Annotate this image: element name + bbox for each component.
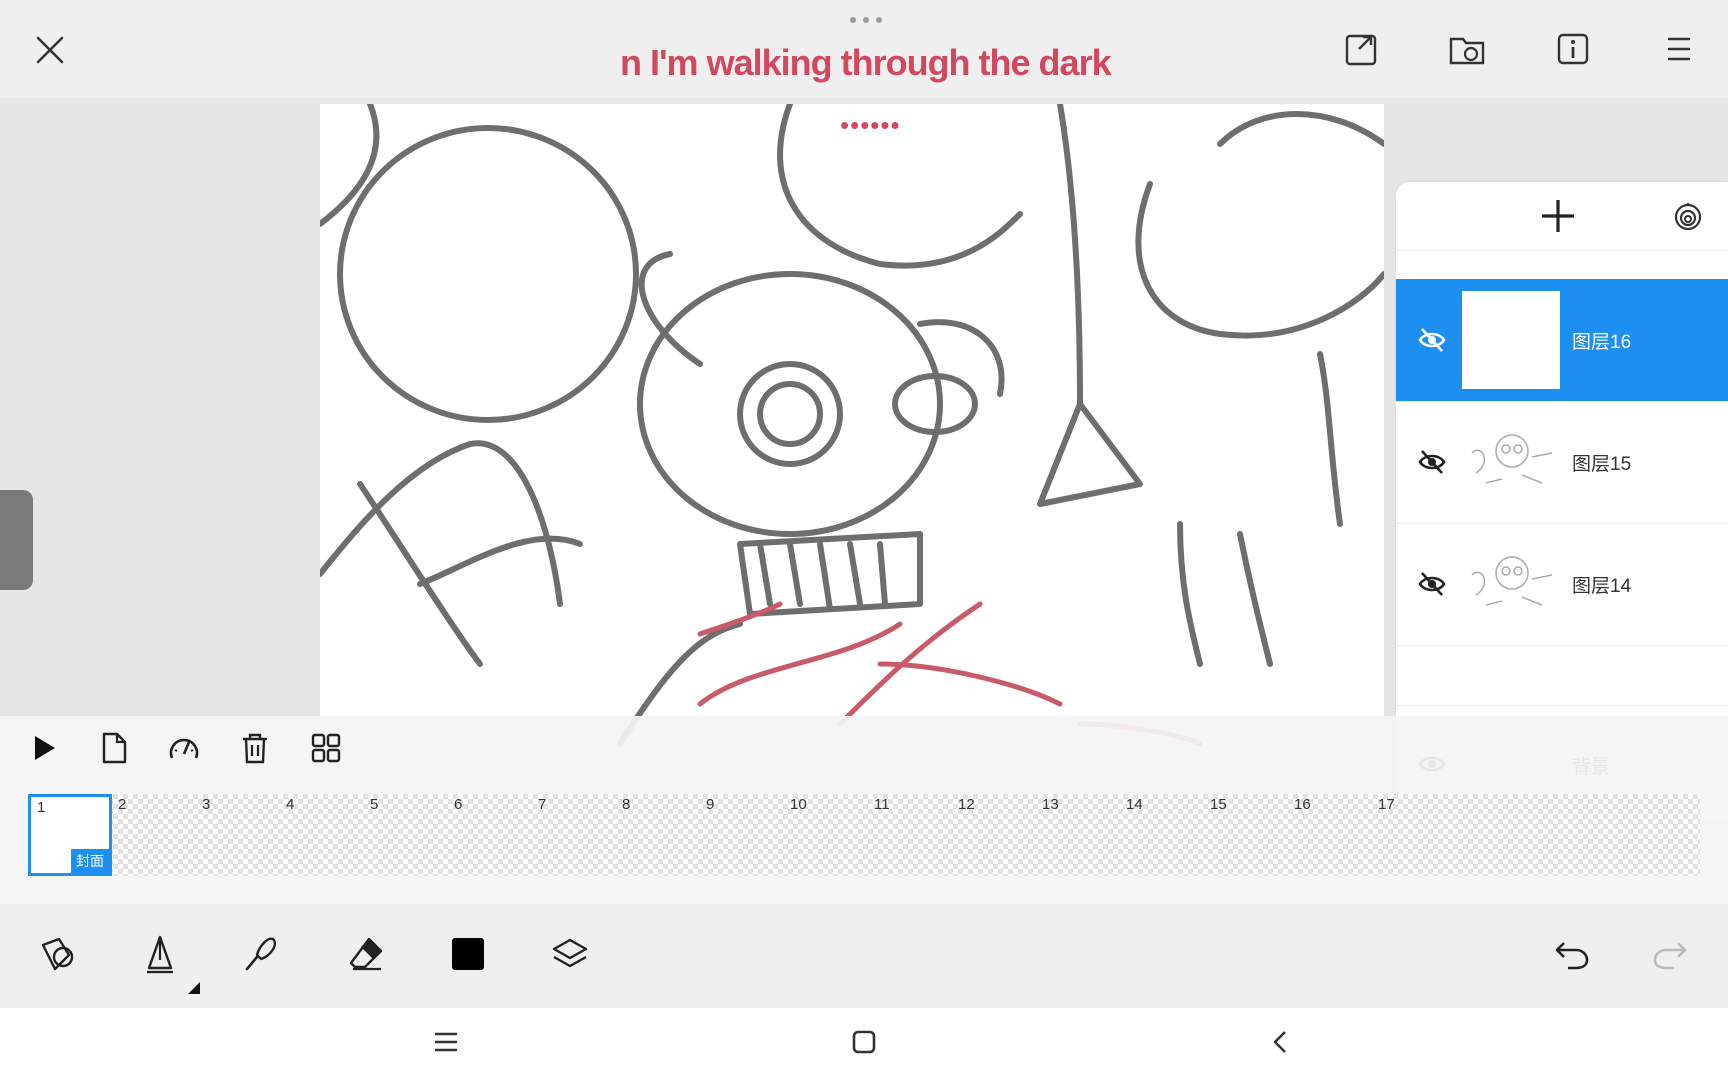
layer-row-partial[interactable] (1396, 645, 1728, 706)
pen-icon[interactable] (138, 932, 182, 976)
hidden-eye-icon[interactable] (1414, 444, 1450, 480)
frame-5[interactable]: 5 (364, 794, 448, 876)
close-icon[interactable] (28, 28, 72, 72)
frame-number: 16 (1294, 796, 1311, 813)
play-icon[interactable] (24, 728, 64, 768)
hidden-eye-icon[interactable] (1414, 322, 1450, 358)
tool-bar (0, 904, 1728, 1008)
frame-9[interactable]: 9 (700, 794, 784, 876)
frame-number: 12 (958, 796, 975, 813)
frame-number: 8 (622, 796, 631, 813)
frame-17[interactable]: 17 (1372, 794, 1456, 876)
back-icon[interactable] (1260, 1022, 1300, 1062)
info-icon[interactable] (1550, 26, 1596, 72)
frame-14[interactable]: 14 (1120, 794, 1204, 876)
frame-3[interactable]: 3 (196, 794, 280, 876)
grid-icon[interactable] (306, 728, 346, 768)
speed-icon[interactable] (164, 728, 204, 768)
new-frame-icon[interactable] (94, 728, 134, 768)
frame-extra[interactable] (1624, 794, 1700, 876)
eraser-icon[interactable] (344, 932, 388, 976)
frame-number: 9 (706, 796, 715, 813)
frame-10[interactable]: 10 (784, 794, 868, 876)
layers-icon[interactable] (548, 932, 592, 976)
system-nav-bar (0, 1008, 1728, 1080)
layer-thumbnail (1462, 291, 1560, 389)
frame-extra[interactable] (1456, 794, 1540, 876)
frame-number: 2 (118, 796, 127, 813)
layer-thumbnail (1462, 413, 1560, 511)
open-folder-icon[interactable] (1444, 26, 1490, 72)
onion-skin-icon[interactable] (1668, 196, 1708, 236)
cover-badge: 封面 (71, 849, 109, 873)
canvas-indicator-dots: •••••• (840, 110, 901, 140)
shapes-icon[interactable] (36, 932, 80, 976)
frame-number: 6 (454, 796, 463, 813)
drawing-canvas[interactable] (320, 104, 1384, 780)
frame-number: 3 (202, 796, 211, 813)
pen-options-triangle-icon[interactable] (188, 982, 200, 994)
layer-row-14[interactable]: 图层14 (1396, 523, 1728, 646)
frame-number: 14 (1126, 796, 1143, 813)
frame-11[interactable]: 11 (868, 794, 952, 876)
layer-name: 图层16 (1572, 332, 1632, 353)
frame-7[interactable]: 7 (532, 794, 616, 876)
layer-row-15[interactable]: 图层15 (1396, 401, 1728, 524)
frame-extra[interactable] (1540, 794, 1624, 876)
layers-panel-header (1396, 182, 1728, 251)
recent-apps-icon[interactable] (426, 1022, 466, 1062)
frame-8[interactable]: 8 (616, 794, 700, 876)
frame-number: 5 (370, 796, 379, 813)
frame-15[interactable]: 15 (1204, 794, 1288, 876)
layer-name: 图层15 (1572, 454, 1632, 475)
frame-16[interactable]: 16 (1288, 794, 1372, 876)
frame-13[interactable]: 13 (1036, 794, 1120, 876)
menu-icon[interactable] (1656, 26, 1702, 72)
frame-2[interactable]: 2 (112, 794, 196, 876)
frame-number: 10 (790, 796, 807, 813)
frame-12[interactable]: 12 (952, 794, 1036, 876)
delete-icon[interactable] (235, 728, 275, 768)
layer-name: 图层14 (1572, 576, 1632, 597)
layer-row-16[interactable]: 图层16 (1396, 279, 1728, 402)
frame-number: 1 (37, 799, 46, 816)
frame-number: 4 (286, 796, 295, 813)
drag-handle-icon[interactable] (848, 14, 884, 26)
sketch-artwork (320, 104, 1384, 747)
redo-icon[interactable] (1648, 932, 1692, 976)
home-icon[interactable] (844, 1022, 884, 1062)
frame-6[interactable]: 6 (448, 794, 532, 876)
export-icon[interactable] (1338, 26, 1384, 72)
frame-number: 13 (1042, 796, 1059, 813)
undo-icon[interactable] (1550, 932, 1594, 976)
frame-number: 11 (874, 796, 890, 813)
side-slider-handle[interactable] (0, 490, 33, 590)
frame-4[interactable]: 4 (280, 794, 364, 876)
hidden-eye-icon[interactable] (1414, 566, 1450, 602)
song-lyrics-overlay: n I'm walking through the dark (620, 42, 1112, 83)
frame-number: 15 (1210, 796, 1227, 813)
color-swatch[interactable] (446, 932, 490, 976)
frame-number: 7 (538, 796, 547, 813)
frame-strip[interactable]: 1 封面 2 3 4 5 6 7 8 9 10 11 12 13 14 15 1… (28, 794, 1700, 876)
frame-1[interactable]: 1 封面 (28, 794, 112, 876)
add-layer-icon[interactable] (1536, 194, 1580, 238)
frame-number: 17 (1378, 796, 1395, 813)
layer-thumbnail (1462, 535, 1560, 633)
brush-icon[interactable] (240, 932, 284, 976)
